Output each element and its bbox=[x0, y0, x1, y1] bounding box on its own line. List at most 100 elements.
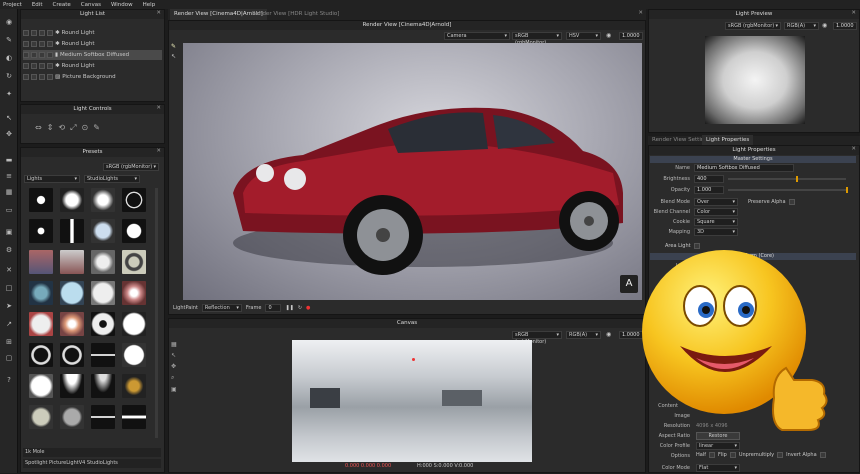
brightness-slider[interactable] bbox=[728, 176, 846, 182]
target-light-icon[interactable]: ⊙ bbox=[82, 123, 89, 133]
opacity-slider[interactable] bbox=[728, 187, 848, 193]
frame-tool-icon[interactable]: ▭ bbox=[3, 205, 15, 215]
preset-thumbnail[interactable] bbox=[29, 405, 53, 429]
preview-channel-select[interactable]: RGB(A) bbox=[784, 22, 819, 30]
settings-icon[interactable]: ⚙ bbox=[3, 245, 15, 255]
preset-thumbnail[interactable] bbox=[60, 343, 84, 367]
zoom-icon[interactable]: ⌕ bbox=[171, 374, 181, 382]
preset-thumbnail[interactable] bbox=[91, 188, 115, 212]
menu-canvas[interactable]: Canvas bbox=[81, 2, 101, 8]
preview-exposure-field[interactable]: 1.0000 bbox=[833, 22, 857, 30]
paint-icon[interactable]: ✎ bbox=[171, 43, 180, 50]
preset-thumbnail[interactable] bbox=[91, 343, 115, 367]
preview-colorspace-select[interactable]: sRGB (rgbMonitor) bbox=[725, 22, 781, 30]
monitor-tool-icon[interactable]: ▢ bbox=[3, 353, 15, 363]
grid-tool-icon[interactable]: ▦ bbox=[3, 187, 15, 197]
canvas-colorspace-select[interactable]: sRGB (rgbMonitor) bbox=[512, 331, 562, 345]
preset-thumbnail[interactable] bbox=[29, 374, 53, 398]
pause-icon[interactable]: ❚❚ bbox=[285, 305, 293, 311]
flip-checkbox[interactable] bbox=[729, 452, 736, 458]
arrow-tool-icon[interactable]: ➤ bbox=[3, 301, 15, 311]
light-list-item[interactable]: ✱ Round Light bbox=[23, 28, 162, 38]
preset-thumbnail[interactable] bbox=[122, 219, 146, 243]
preset-thumbnail[interactable] bbox=[60, 219, 84, 243]
close-icon[interactable]: ✕ bbox=[156, 105, 161, 111]
brush-tool-icon[interactable]: ✎ bbox=[3, 35, 15, 45]
preset-thumbnail[interactable] bbox=[60, 405, 84, 429]
preset-thumbnail[interactable] bbox=[91, 405, 115, 429]
hdr-tool-icon[interactable]: ⊞ bbox=[3, 337, 15, 347]
preset-thumbnail[interactable] bbox=[60, 281, 84, 305]
gear-tool-icon[interactable]: ✦ bbox=[3, 89, 15, 99]
close-icon[interactable]: ✕ bbox=[851, 10, 856, 16]
blend-channel-select[interactable]: Color bbox=[694, 208, 738, 216]
light-list-item[interactable]: ▨ Picture Background bbox=[23, 72, 162, 82]
render-colorspace-select[interactable]: sRGB (rgbMonitor) bbox=[512, 32, 562, 46]
preset-thumbnail[interactable] bbox=[60, 250, 84, 274]
grid-icon[interactable]: ▦ bbox=[171, 341, 181, 348]
render-mode-select[interactable]: HSV bbox=[566, 32, 601, 40]
rotate-tool-icon[interactable]: ↻ bbox=[3, 71, 15, 81]
select-icon[interactable]: ↖ bbox=[171, 53, 180, 60]
help-icon[interactable]: ? bbox=[3, 375, 15, 385]
preset-thumbnail[interactable] bbox=[60, 188, 84, 212]
move-tool-icon[interactable]: ✥ bbox=[3, 129, 15, 139]
render-exposure-field[interactable]: 1.0000 bbox=[619, 32, 643, 40]
record-icon[interactable]: ● bbox=[306, 305, 310, 311]
cookie-select[interactable]: Square bbox=[694, 218, 738, 226]
sphere-tool-icon[interactable]: ◉ bbox=[3, 17, 15, 27]
close-icon[interactable]: ✕ bbox=[156, 10, 161, 16]
preset-thumbnail[interactable] bbox=[91, 281, 115, 305]
preset-thumbnail[interactable] bbox=[122, 405, 146, 429]
pointer-tool-icon[interactable]: ↖ bbox=[3, 113, 15, 123]
preset-thumbnail[interactable] bbox=[122, 343, 146, 367]
preset-thumbnail[interactable] bbox=[60, 312, 84, 336]
preview-dial-icon[interactable]: ◉ bbox=[822, 22, 827, 29]
hdr-canvas-image[interactable] bbox=[292, 340, 532, 462]
unpremultiply-checkbox[interactable] bbox=[777, 452, 784, 458]
resize-light-icon[interactable]: ⇕ bbox=[47, 123, 54, 133]
canvas-dial-icon[interactable]: ◉ bbox=[606, 331, 611, 338]
close-tool-icon[interactable]: ✕ bbox=[3, 265, 15, 275]
preset-thumbnail[interactable] bbox=[29, 343, 53, 367]
rotate-light-icon[interactable]: ⟲ bbox=[58, 123, 65, 133]
scale-light-icon[interactable]: ⤢ bbox=[70, 123, 76, 133]
render-image[interactable]: A bbox=[183, 43, 642, 300]
invert-alpha-checkbox[interactable] bbox=[819, 452, 826, 458]
close-icon[interactable]: ✕ bbox=[638, 10, 643, 16]
cursor-tool-icon[interactable]: ↗ bbox=[3, 319, 15, 329]
opacity-field[interactable]: 1.000 bbox=[694, 186, 724, 194]
menu-project[interactable]: Project bbox=[3, 2, 22, 8]
refresh-icon[interactable]: ↻ bbox=[298, 305, 302, 311]
close-icon[interactable]: ✕ bbox=[851, 146, 856, 152]
preset-thumbnail[interactable] bbox=[91, 219, 115, 243]
blend-mode-select[interactable]: Over bbox=[694, 198, 738, 206]
preset-thumbnail[interactable] bbox=[91, 250, 115, 274]
square-tool-icon[interactable]: □ bbox=[3, 283, 15, 293]
mapping-select[interactable]: 3D bbox=[694, 228, 738, 236]
reflection-select[interactable]: Reflection bbox=[201, 304, 242, 312]
light-list-item[interactable]: ✱ Round Light bbox=[23, 61, 162, 71]
fit-icon[interactable]: ▣ bbox=[171, 386, 181, 393]
master-settings-header[interactable]: Master Settings bbox=[650, 156, 856, 163]
half-checkbox[interactable] bbox=[708, 452, 715, 458]
layers-tool-icon[interactable]: ≡ bbox=[3, 171, 15, 181]
preset-thumbnail[interactable] bbox=[29, 312, 53, 336]
light-list-item-selected[interactable]: ▮ Medium Softbox Diffused bbox=[23, 50, 162, 60]
preset-thumbnail[interactable] bbox=[29, 188, 53, 212]
menu-edit[interactable]: Edit bbox=[32, 2, 43, 8]
light-marker[interactable] bbox=[412, 358, 415, 361]
menu-help[interactable]: Help bbox=[143, 2, 156, 8]
preset-thumbnail[interactable] bbox=[29, 219, 53, 243]
preset-thumbnail[interactable] bbox=[91, 312, 115, 336]
preset-thumbnail[interactable] bbox=[60, 374, 84, 398]
menu-create[interactable]: Create bbox=[52, 2, 70, 8]
preset-thumbnail[interactable] bbox=[91, 374, 115, 398]
presets-scrollbar[interactable] bbox=[155, 188, 158, 438]
menu-window[interactable]: Window bbox=[111, 2, 133, 8]
preset-thumbnail[interactable] bbox=[122, 250, 146, 274]
move-light-icon[interactable]: ⇔ bbox=[35, 123, 42, 133]
brush-light-icon[interactable]: ✎ bbox=[93, 123, 100, 133]
arrow-icon[interactable]: ↖ bbox=[171, 352, 181, 359]
pan-icon[interactable]: ✥ bbox=[171, 363, 181, 370]
